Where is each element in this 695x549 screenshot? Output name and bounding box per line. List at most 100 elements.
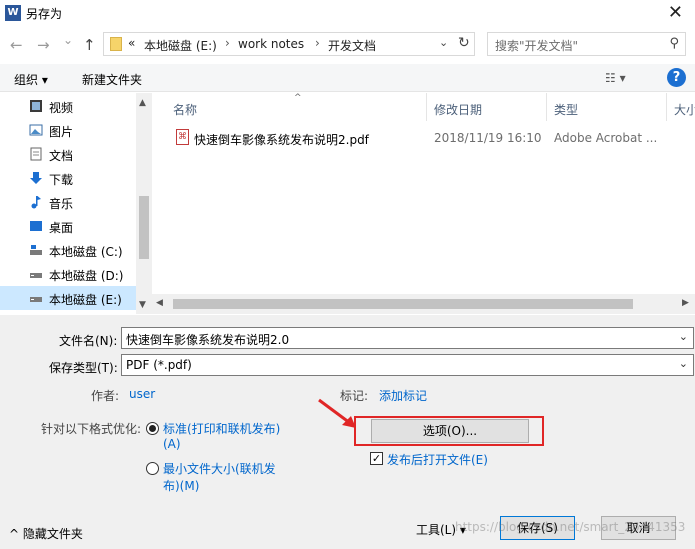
recent-locations-icon[interactable]: ⌄: [63, 33, 73, 47]
column-header-size[interactable]: 大小: [674, 101, 695, 118]
breadcrumb-overflow[interactable]: «: [128, 36, 135, 50]
sidebar-item-label: 本地磁盘 (E:): [49, 293, 122, 307]
breadcrumb-separator[interactable]: ›: [225, 36, 230, 50]
sidebar-item-documents[interactable]: 文档: [0, 142, 136, 166]
close-icon[interactable]: ✕: [668, 2, 683, 23]
scroll-left-arrow-icon[interactable]: ◀: [156, 298, 163, 308]
option-minimum-label[interactable]: 最小文件大小(联机发: [163, 460, 276, 477]
file-list-pane: ^ 名称 修改日期 类型 大小 ⌘ 快速倒车影像系统发布说明2.pdf 2018…: [152, 93, 695, 314]
download-icon: [30, 172, 42, 184]
filetype-select[interactable]: PDF (*.pdf) ⌄: [121, 354, 694, 376]
command-toolbar: 组织 ▾ 新建文件夹 ☷ ▾ ?: [0, 64, 695, 92]
add-tags-link[interactable]: 添加标记: [379, 387, 427, 404]
radio-minimum-size[interactable]: [146, 462, 159, 475]
sidebar-item-label: 文档: [49, 149, 74, 163]
breadcrumb-dev-docs[interactable]: 开发文档: [328, 37, 376, 54]
help-icon[interactable]: ?: [667, 68, 686, 87]
window-title: 另存为: [26, 7, 63, 21]
sidebar-item-downloads[interactable]: 下载: [0, 166, 136, 190]
option-standard-label-2[interactable]: (A): [163, 437, 181, 451]
option-minimum-label-2[interactable]: 布)(M): [163, 477, 199, 494]
sidebar-item-drive-e[interactable]: 本地磁盘 (E:): [0, 286, 136, 310]
filename-field[interactable]: 快速倒车影像系统发布说明2.0 ⌄: [121, 327, 694, 349]
scroll-up-arrow-icon[interactable]: ▲: [139, 98, 146, 108]
search-icon[interactable]: ⚲: [669, 36, 679, 51]
chevron-down-icon[interactable]: ⌄: [679, 330, 688, 343]
column-header-name[interactable]: 名称: [173, 101, 197, 118]
option-standard-label[interactable]: 标准(打印和联机发布): [163, 420, 280, 437]
highlight-box: [354, 416, 544, 446]
filetype-value: PDF (*.pdf): [126, 358, 192, 372]
view-options-icon[interactable]: ☷ ▾: [605, 71, 626, 85]
video-icon: [30, 100, 42, 112]
organize-menu[interactable]: 组织 ▾: [14, 71, 48, 88]
sidebar-item-label: 音乐: [49, 197, 74, 211]
file-modified-date: 2018/11/19 16:10: [434, 131, 542, 145]
drive-icon: [30, 297, 42, 302]
scroll-down-arrow-icon[interactable]: ▼: [139, 300, 146, 310]
file-type: Adobe Acrobat ...: [554, 131, 658, 145]
filename-label: 文件名(N):: [59, 334, 118, 348]
open-after-publish-checkbox[interactable]: ✓: [370, 452, 383, 465]
scroll-right-arrow-icon[interactable]: ▶: [682, 298, 689, 308]
new-folder-button[interactable]: 新建文件夹: [82, 71, 142, 88]
sidebar-item-label: 桌面: [49, 221, 74, 235]
navigation-pane: 视频 图片 文档 下载 音乐 桌面 本地磁盘 (C:) 本地磁盘 (D:) 本地…: [0, 93, 152, 314]
sidebar-item-label: 本地磁盘 (D:): [49, 269, 124, 283]
hide-folders-toggle[interactable]: ^ 隐藏文件夹: [9, 525, 83, 542]
author-value[interactable]: user: [129, 387, 155, 401]
file-list-hscrollbar[interactable]: ◀ ▶: [152, 294, 695, 314]
sidebar-item-pictures[interactable]: 图片: [0, 118, 136, 142]
drive-c-icon: [30, 245, 42, 255]
back-arrow-icon[interactable]: ←: [10, 36, 23, 54]
filename-value: 快速倒车影像系统发布说明2.0: [126, 333, 290, 347]
filetype-label: 保存类型(T):: [49, 361, 118, 375]
sidebar-item-label: 图片: [49, 125, 74, 139]
column-header-type[interactable]: 类型: [554, 101, 578, 118]
desktop-icon: [30, 221, 42, 231]
column-header-modified[interactable]: 修改日期: [434, 101, 482, 118]
radio-standard[interactable]: [146, 422, 159, 435]
address-bar[interactable]: « 本地磁盘 (E:) › work notes › 开发文档 ⌄ ↻: [103, 32, 475, 56]
open-after-publish-label[interactable]: 发布后打开文件(E): [387, 451, 488, 468]
column-divider[interactable]: [666, 93, 667, 121]
breadcrumb-drive-e[interactable]: 本地磁盘 (E:): [144, 37, 217, 54]
up-arrow-icon[interactable]: ↑: [83, 36, 96, 54]
refresh-icon[interactable]: ↻: [458, 35, 470, 51]
author-label: 作者:: [91, 389, 120, 403]
document-icon: [30, 147, 42, 161]
breadcrumb-separator[interactable]: ›: [315, 36, 320, 50]
music-icon: [31, 196, 41, 209]
sort-ascending-icon: ^: [294, 93, 302, 103]
search-input[interactable]: 搜索"开发文档" ⚲: [487, 32, 686, 56]
pdf-file-icon: ⌘: [176, 129, 189, 145]
sidebar-item-label: 视频: [49, 101, 74, 115]
title-bar: W 另存为 ✕: [0, 0, 695, 26]
folder-icon: [110, 37, 122, 51]
chevron-down-icon[interactable]: ⌄: [439, 36, 448, 49]
file-name: 快速倒车影像系统发布说明2.pdf: [194, 133, 369, 147]
column-divider[interactable]: [426, 93, 427, 121]
scrollbar-thumb[interactable]: [173, 299, 633, 309]
watermark: https://blog.csdn.net/smart_26441353: [455, 520, 686, 534]
sidebar-item-drive-c[interactable]: 本地磁盘 (C:): [0, 238, 136, 262]
sidebar-item-music[interactable]: 音乐: [0, 190, 136, 214]
sidebar-item-label: 下载: [49, 173, 74, 187]
forward-arrow-icon[interactable]: →: [37, 36, 50, 54]
chevron-down-icon[interactable]: ⌄: [679, 357, 688, 370]
sidebar-scrollbar[interactable]: ▲ ▼: [136, 93, 152, 314]
search-placeholder: 搜索"开发文档": [495, 39, 579, 53]
breadcrumb-work-notes[interactable]: work notes: [238, 37, 304, 51]
scrollbar-thumb[interactable]: [139, 196, 149, 259]
optimize-label: 针对以下格式优化:: [41, 422, 142, 436]
column-divider[interactable]: [546, 93, 547, 121]
annotation-arrow-icon: [318, 398, 356, 428]
picture-icon: [29, 124, 43, 136]
file-row[interactable]: ⌘ 快速倒车影像系统发布说明2.pdf 2018/11/19 16:10 Ado…: [172, 126, 687, 150]
sidebar-item-drive-d[interactable]: 本地磁盘 (D:): [0, 262, 136, 286]
sidebar-item-label: 本地磁盘 (C:): [49, 245, 123, 259]
sidebar-item-videos[interactable]: 视频: [0, 94, 136, 118]
sidebar-item-desktop[interactable]: 桌面: [0, 214, 136, 238]
drive-icon: [30, 273, 42, 278]
word-app-icon: W: [5, 5, 21, 21]
